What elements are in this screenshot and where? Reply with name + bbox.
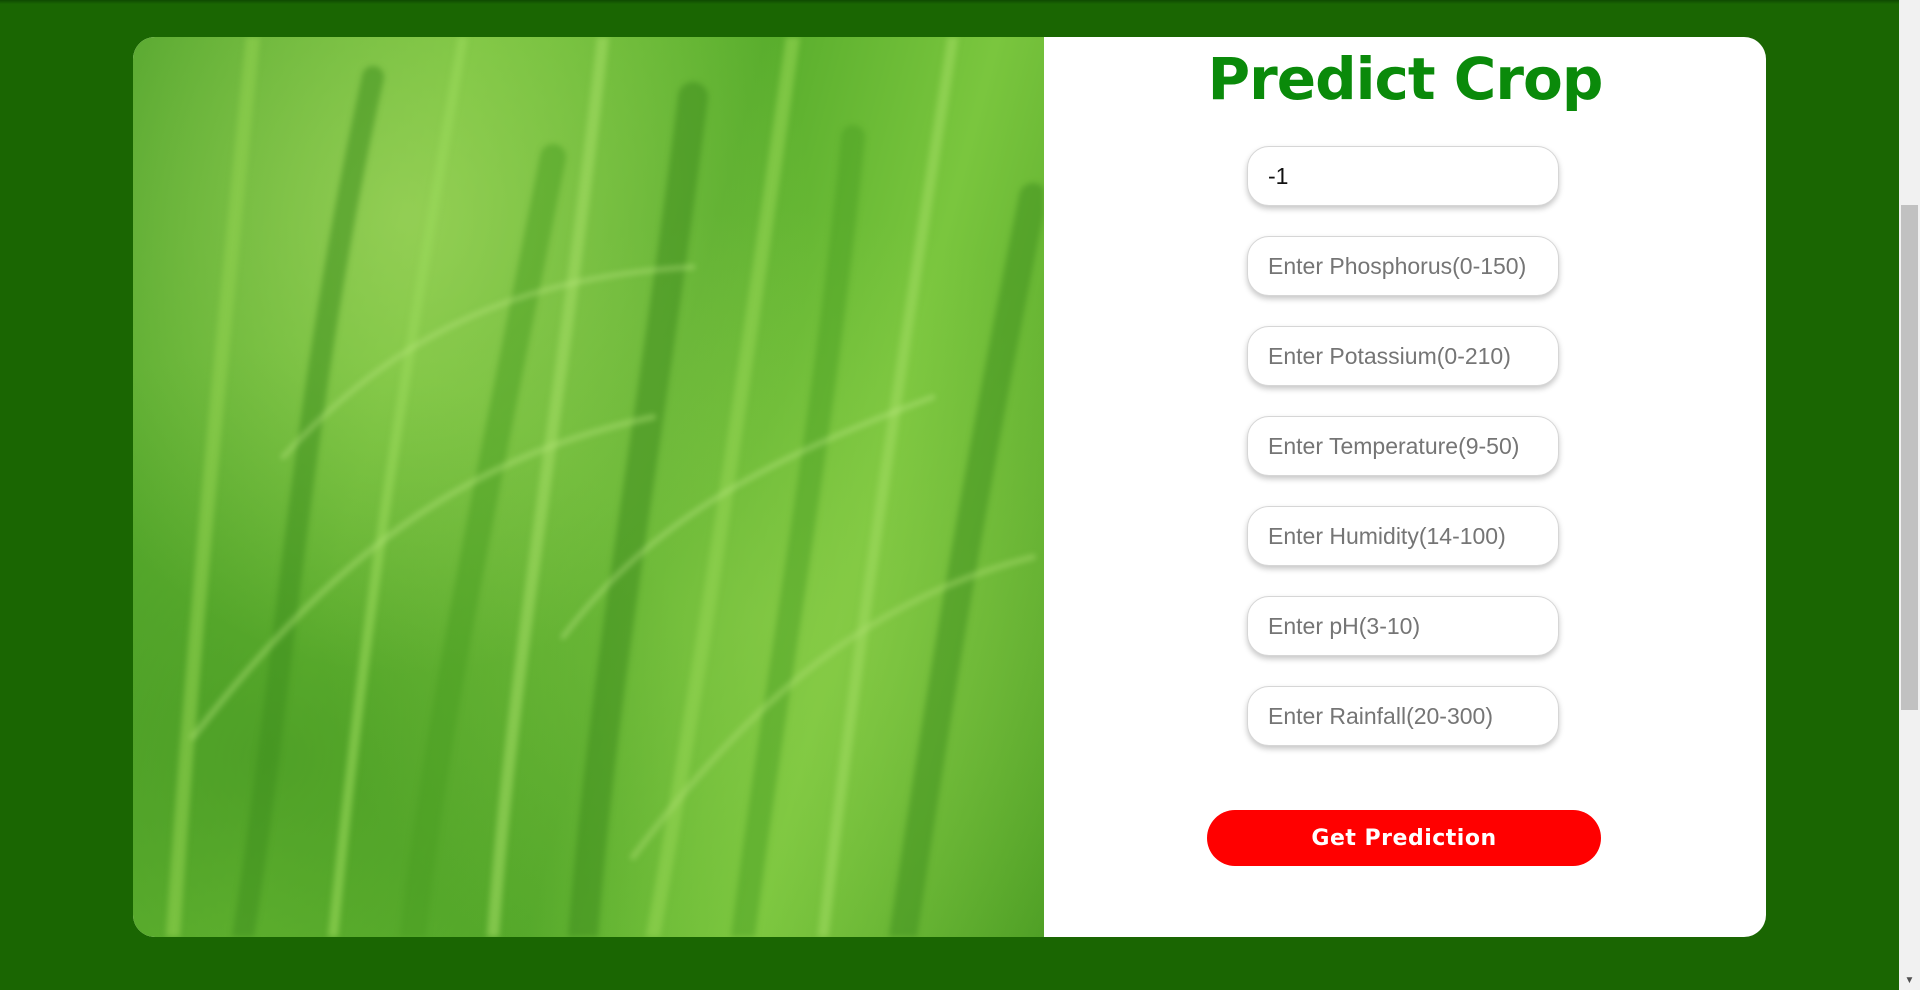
ph-input[interactable] xyxy=(1247,596,1559,656)
grass-blades xyxy=(166,37,1044,937)
phosphorus-input[interactable] xyxy=(1247,236,1559,296)
scrollbar-thumb[interactable] xyxy=(1901,205,1918,710)
nitrogen-input[interactable] xyxy=(1247,146,1559,206)
rainfall-input[interactable] xyxy=(1247,686,1559,746)
chevron-down-icon[interactable]: ▼ xyxy=(1899,974,1920,988)
top-shadow xyxy=(0,0,1899,4)
temperature-input[interactable] xyxy=(1247,416,1559,476)
page-scrollbar[interactable]: ▼ xyxy=(1899,0,1920,990)
prediction-card: Predict Crop Get Prediction xyxy=(133,37,1766,937)
form-panel: Predict Crop Get Prediction xyxy=(1044,37,1766,937)
page-title: Predict Crop xyxy=(1207,45,1604,113)
potassium-input[interactable] xyxy=(1247,326,1559,386)
get-prediction-button[interactable]: Get Prediction xyxy=(1207,810,1601,866)
humidity-input[interactable] xyxy=(1247,506,1559,566)
rice-field-photo xyxy=(133,37,1044,937)
